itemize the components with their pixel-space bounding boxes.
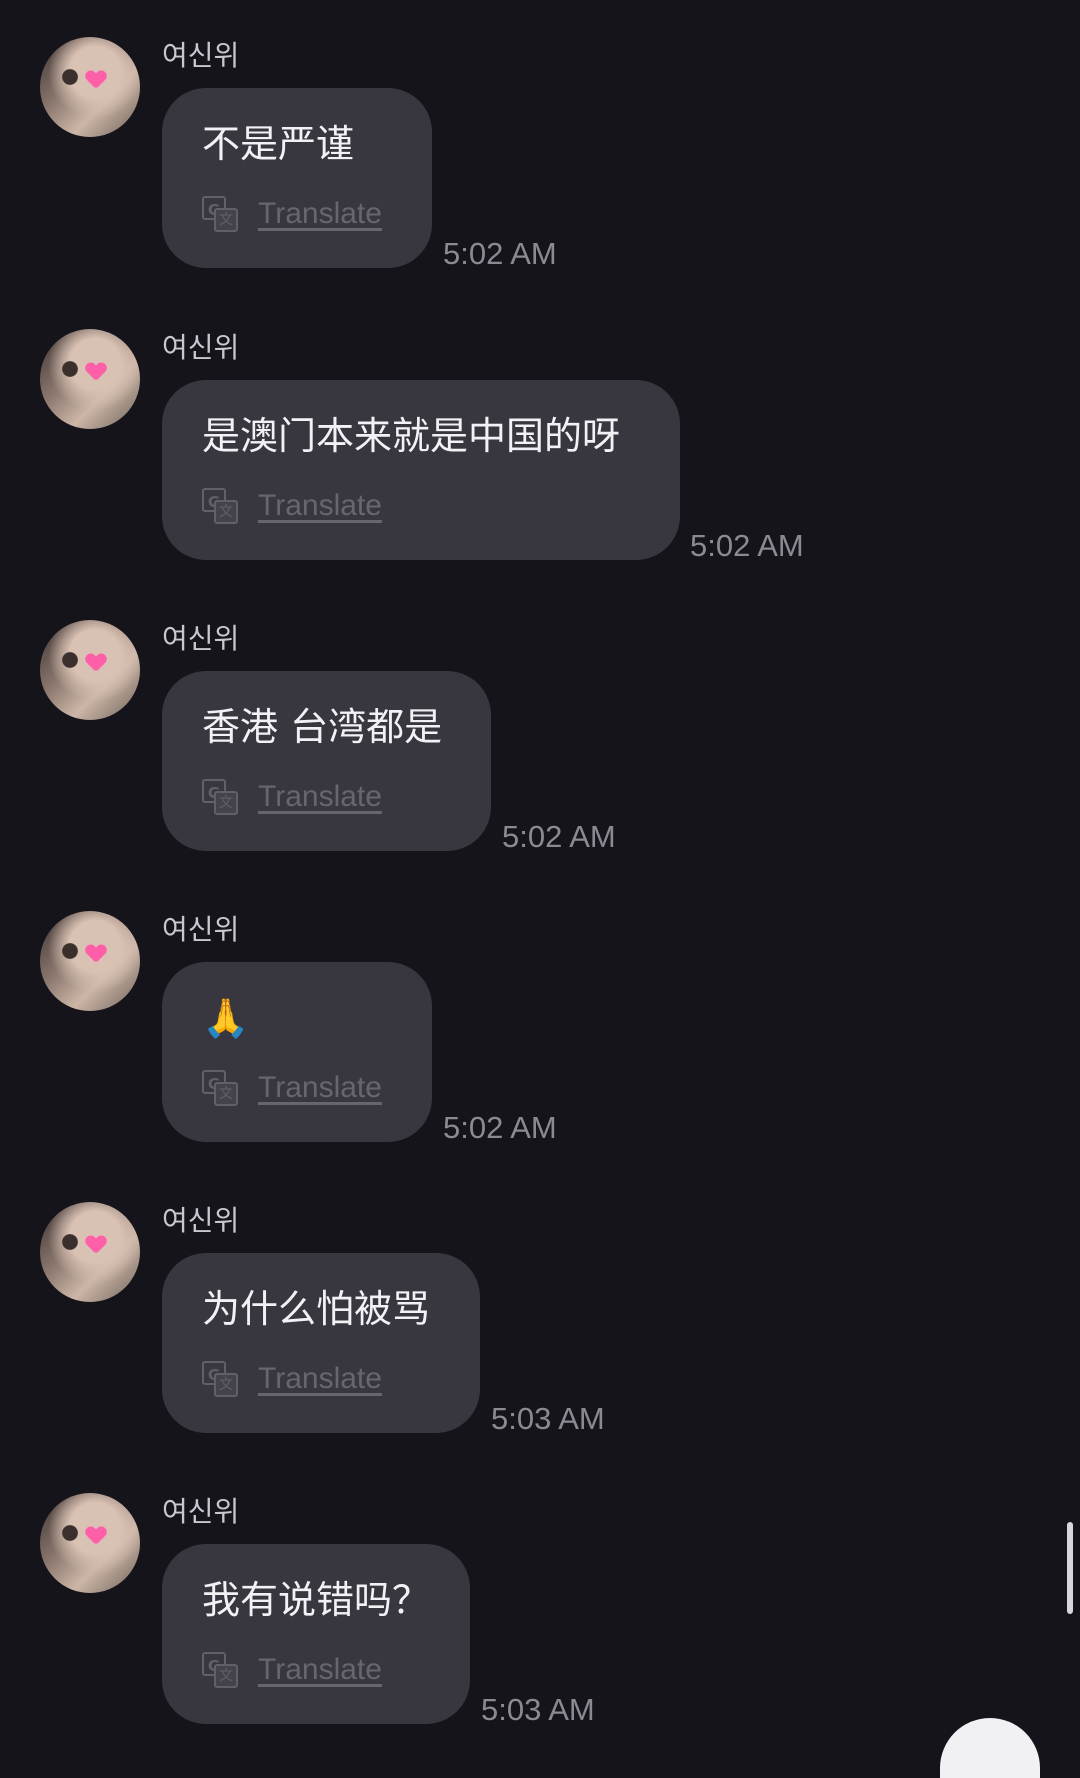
message-text: 🙏 (202, 996, 250, 1040)
message-row: 여신위 🙏 G文 Translate 5:02 AM (0, 906, 1080, 1176)
translate-button[interactable]: G文 Translate (202, 1652, 382, 1688)
sender-name: 여신위 (162, 39, 240, 72)
avatar[interactable] (40, 329, 140, 429)
message-text: 为什么怕被骂 (202, 1287, 431, 1331)
translate-label: Translate (258, 197, 382, 230)
heart-icon (86, 363, 106, 381)
message-bubble[interactable]: 不是严谨 G文 Translate (162, 88, 432, 268)
translate-label: Translate (258, 780, 382, 813)
message-time: 5:03 AM (481, 1692, 595, 1727)
heart-icon (86, 1527, 106, 1545)
avatar[interactable] (40, 1493, 140, 1593)
message-row: 여신위 是澳门本来就是中国的呀 G文 Translate 5:02 AM (0, 324, 1080, 594)
message-time: 5:02 AM (502, 819, 616, 854)
message-time: 5:02 AM (690, 528, 804, 563)
message-bubble[interactable]: 是澳门本来就是中国的呀 G文 Translate (162, 380, 680, 560)
sender-name: 여신위 (162, 1204, 240, 1237)
message-bubble[interactable]: 香港 台湾都是 G文 Translate (162, 671, 491, 851)
avatar[interactable] (40, 911, 140, 1011)
translate-button[interactable]: G文 Translate (202, 1070, 382, 1106)
heart-icon (86, 945, 106, 963)
translate-button[interactable]: G文 Translate (202, 779, 382, 815)
avatar[interactable] (40, 620, 140, 720)
translate-button[interactable]: G文 Translate (202, 1361, 382, 1397)
message-row: 여신위 不是严谨 G文 Translate 5:02 AM (0, 32, 1080, 302)
avatar[interactable] (40, 37, 140, 137)
message-bubble[interactable]: 🙏 G文 Translate (162, 962, 432, 1142)
google-translate-icon: G文 (202, 488, 238, 524)
message-row: 여신위 为什么怕被骂 G文 Translate 5:03 AM (0, 1197, 1080, 1467)
heart-icon (86, 71, 106, 89)
translate-button[interactable]: G文 Translate (202, 196, 382, 232)
heart-icon (86, 654, 106, 672)
google-translate-icon: G文 (202, 196, 238, 232)
message-bubble[interactable]: 我有说错吗？ G文 Translate (162, 1544, 470, 1724)
translate-label: Translate (258, 1653, 382, 1686)
scrollbar[interactable] (1067, 1522, 1073, 1614)
google-translate-icon: G文 (202, 1361, 238, 1397)
google-translate-icon: G文 (202, 1652, 238, 1688)
message-row: 여신위 我有说错吗？ G文 Translate 5:03 AM (0, 1488, 1080, 1758)
message-row: 여신위 香港 台湾都是 G文 Translate 5:02 AM (0, 615, 1080, 885)
message-time: 5:03 AM (491, 1401, 605, 1436)
sender-name: 여신위 (162, 913, 240, 946)
message-time: 5:02 AM (443, 1110, 557, 1145)
message-bubble[interactable]: 为什么怕被骂 G文 Translate (162, 1253, 480, 1433)
avatar[interactable] (40, 1202, 140, 1302)
chat-conversation: 여신위 不是严谨 G文 Translate 5:02 AM 여신위 是澳门本来就… (0, 0, 1080, 1749)
translate-label: Translate (258, 1362, 382, 1395)
message-text: 香港 台湾都是 (202, 705, 443, 749)
translate-button[interactable]: G文 Translate (202, 488, 382, 524)
google-translate-icon: G文 (202, 779, 238, 815)
sender-name: 여신위 (162, 331, 240, 364)
translate-label: Translate (258, 1071, 382, 1104)
message-text: 不是严谨 (202, 122, 355, 166)
sender-name: 여신위 (162, 622, 240, 655)
heart-icon (86, 1236, 106, 1254)
google-translate-icon: G文 (202, 1070, 238, 1106)
translate-label: Translate (258, 489, 382, 522)
message-text: 是澳门本来就是中国的呀 (202, 414, 621, 458)
message-text: 我有说错吗？ (202, 1578, 431, 1622)
sender-name: 여신위 (162, 1495, 240, 1528)
message-time: 5:02 AM (443, 236, 557, 271)
